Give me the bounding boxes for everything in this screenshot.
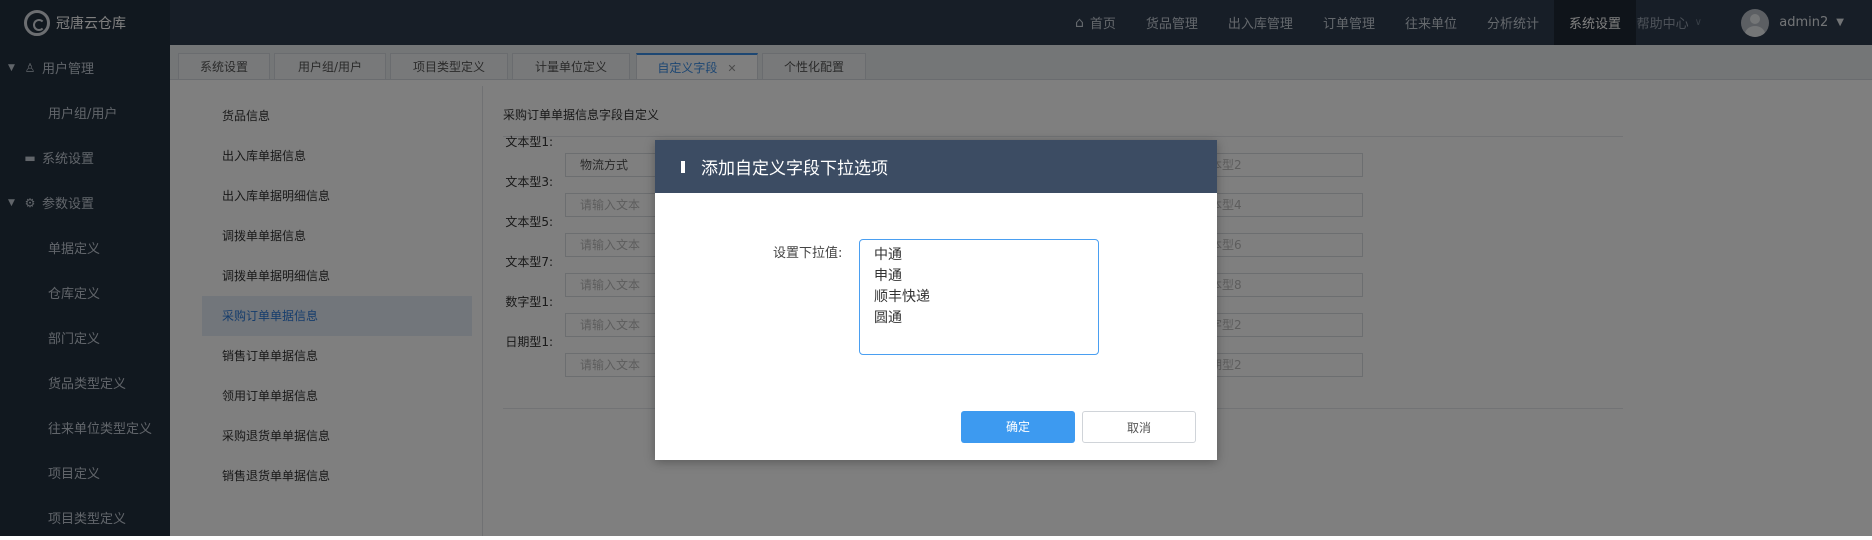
options-label: 设置下拉值: <box>773 246 843 261</box>
option-line: 申通 <box>874 268 902 284</box>
confirm-button[interactable]: 确定 <box>961 411 1075 443</box>
options-textarea[interactable]: 中通 申通 顺丰快递 圆通 <box>859 239 1099 355</box>
option-line: 圆通 <box>874 310 902 326</box>
dialog-title: 添加自定义字段下拉选项 <box>701 159 888 179</box>
dialog-header: 添加自定义字段下拉选项 <box>655 140 1217 193</box>
option-line: 中通 <box>874 247 902 263</box>
option-line: 顺丰快递 <box>874 289 930 305</box>
cancel-button[interactable]: 取消 <box>1082 411 1196 443</box>
title-bar-icon <box>681 160 685 173</box>
add-dropdown-options-dialog: 添加自定义字段下拉选项 设置下拉值: 中通 申通 顺丰快递 圆通 确定 取消 <box>655 140 1217 460</box>
